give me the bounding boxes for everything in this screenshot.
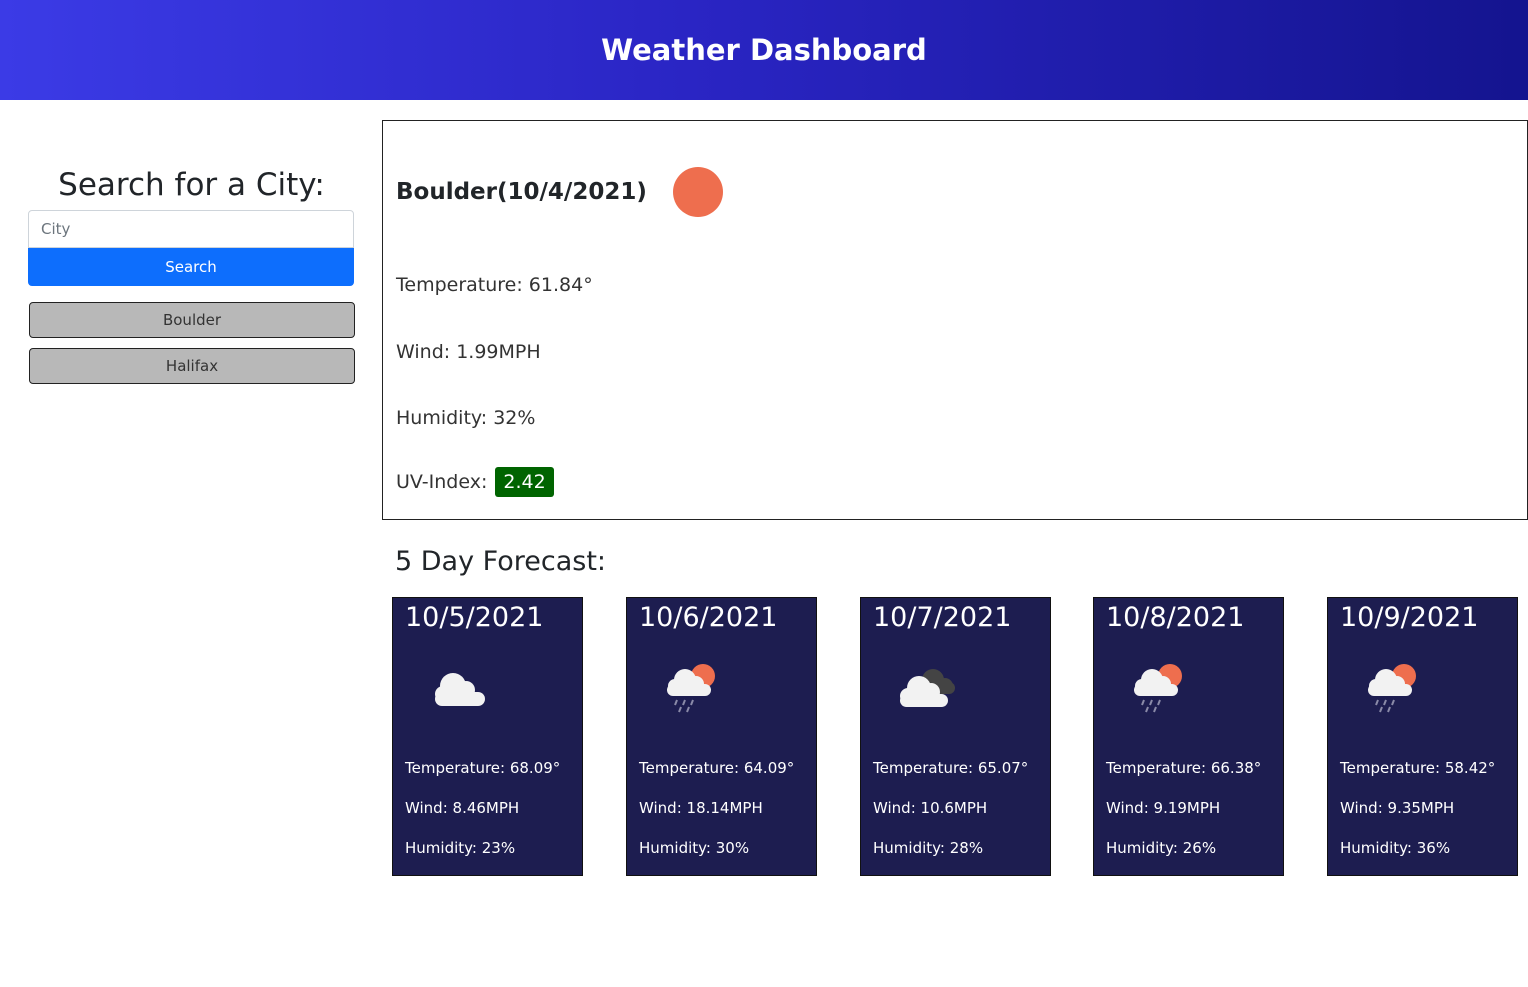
forecast-date: 10/6/2021 <box>639 602 778 633</box>
uv-index-badge: 2.42 <box>495 467 554 497</box>
forecast-date: 10/7/2021 <box>873 602 1012 633</box>
current-wind: Wind: 1.99MPH <box>396 341 541 363</box>
forecast-card: 10/8/2021 Temperature: 66.38° Wind: 9.19… <box>1093 597 1284 876</box>
forecast-wind: Wind: 18.14MPH <box>639 799 763 817</box>
uv-label: UV-Index: <box>396 471 488 493</box>
search-sidebar: Search for a City: Search Boulder Halifa… <box>28 160 355 394</box>
history-item-halifax[interactable]: Halifax <box>29 348 355 384</box>
forecast-wind: Wind: 9.35MPH <box>1340 799 1455 817</box>
current-weather-panel: Boulder(10/4/2021) Temperature: 61.84° W… <box>382 120 1528 520</box>
forecast-humidity: Humidity: 28% <box>873 839 984 857</box>
city-search-input[interactable] <box>28 210 354 248</box>
app-header: Weather Dashboard <box>0 0 1528 100</box>
search-heading: Search for a City: <box>58 167 325 203</box>
history-item-boulder[interactable]: Boulder <box>29 302 355 338</box>
forecast-card: 10/5/2021 Temperature: 68.09° Wind: 8.46… <box>392 597 583 876</box>
current-temperature: Temperature: 61.84° <box>396 274 593 296</box>
forecast-wind: Wind: 8.46MPH <box>405 799 520 817</box>
forecast-card: 10/7/2021 Temperature: 65.07° Wind: 10.6… <box>860 597 1051 876</box>
forecast-temperature: Temperature: 68.09° <box>405 759 561 777</box>
page-title: Weather Dashboard <box>601 33 927 67</box>
forecast-date: 10/5/2021 <box>405 602 544 633</box>
forecast-wind: Wind: 9.19MPH <box>1106 799 1221 817</box>
search-button[interactable]: Search <box>28 248 354 286</box>
forecast-card: 10/6/2021 Temperature: 64.09° Wind: 18.1… <box>626 597 817 876</box>
forecast-temperature: Temperature: 66.38° <box>1106 759 1262 777</box>
forecast-heading: 5 Day Forecast: <box>395 546 607 577</box>
forecast-humidity: Humidity: 36% <box>1340 839 1451 857</box>
search-history: Boulder Halifax <box>28 302 355 384</box>
rain-sun-icon <box>667 664 715 713</box>
forecast-date: 10/9/2021 <box>1340 602 1479 633</box>
sun-icon <box>672 167 723 217</box>
cloud-icon <box>435 673 485 706</box>
current-city-title: Boulder(10/4/2021) <box>396 179 647 205</box>
rain-sun-icon <box>1368 664 1416 713</box>
forecast-humidity: Humidity: 30% <box>639 839 750 857</box>
rain-sun-icon <box>1134 664 1182 713</box>
forecast-humidity: Humidity: 23% <box>405 839 516 857</box>
broken-clouds-icon <box>900 669 955 707</box>
forecast-temperature: Temperature: 64.09° <box>639 759 795 777</box>
current-humidity: Humidity: 32% <box>396 407 536 429</box>
forecast-temperature: Temperature: 58.42° <box>1340 759 1496 777</box>
forecast-wind: Wind: 10.6MPH <box>873 799 988 817</box>
current-uv-row: UV-Index: 2.42 <box>396 467 554 497</box>
forecast-temperature: Temperature: 65.07° <box>873 759 1029 777</box>
forecast-date: 10/8/2021 <box>1106 602 1245 633</box>
current-title-row: Boulder(10/4/2021) <box>396 167 723 217</box>
forecast-humidity: Humidity: 26% <box>1106 839 1217 857</box>
forecast-card: 10/9/2021 Temperature: 58.42° Wind: 9.35… <box>1327 597 1518 876</box>
